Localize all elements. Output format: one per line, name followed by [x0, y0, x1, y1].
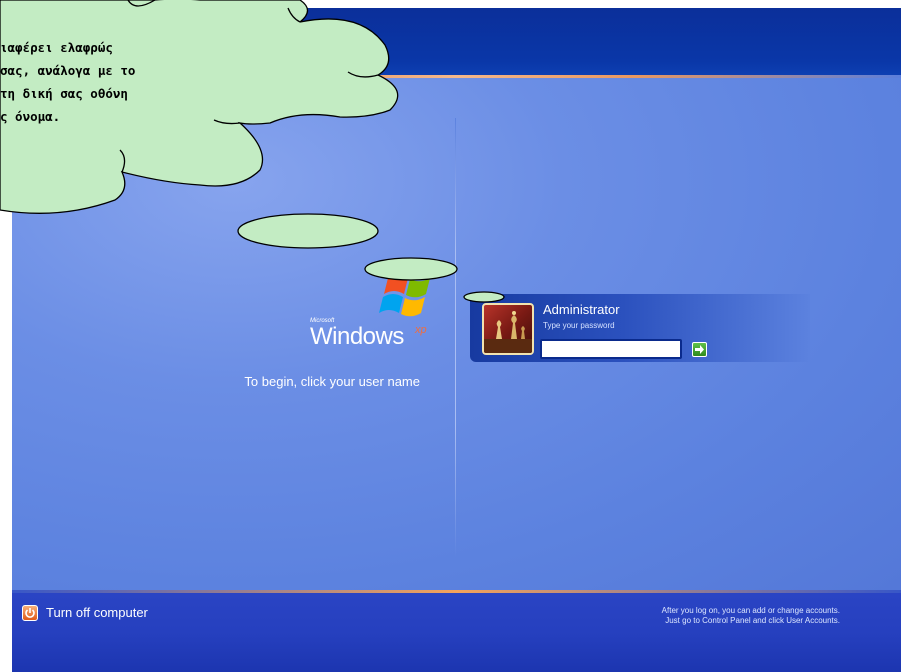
- windows-wordmark: Windows: [310, 323, 404, 350]
- chess-icon: [484, 311, 532, 353]
- windows-flag-icon: [379, 275, 430, 317]
- turn-off-label[interactable]: Turn off computer: [46, 605, 148, 620]
- password-field[interactable]: [540, 339, 682, 359]
- accounts-hint-line2: Just go to Control Panel and click User …: [665, 616, 840, 625]
- power-icon: [22, 605, 38, 621]
- callout-line: σας, ανάλογα με το: [0, 63, 136, 78]
- user-tile-administrator[interactable]: Administrator Type your password: [470, 294, 810, 362]
- go-button[interactable]: [692, 342, 707, 357]
- callout-line: ιαφέρει ελαφρώς: [0, 40, 113, 55]
- begin-instruction: To begin, click your user name: [244, 374, 420, 389]
- password-hint: Type your password: [543, 321, 615, 330]
- accounts-hint: After you log on, you can add or change …: [560, 606, 840, 626]
- callout-text: ιαφέρει ελαφρώς σας, ανάλογα με το τη δι…: [0, 36, 240, 128]
- accounts-hint-line1: After you log on, you can add or change …: [661, 606, 840, 615]
- xp-wordmark: xp: [415, 324, 427, 336]
- callout-line: ς όνομα.: [0, 109, 61, 124]
- windows-logo: Microsoft Windows xp: [310, 272, 445, 352]
- panel-divider: [455, 118, 456, 558]
- user-name[interactable]: Administrator: [543, 302, 620, 317]
- arrow-right-icon: [695, 345, 704, 354]
- user-avatar: [482, 303, 534, 355]
- callout-line: τη δική σας οθόνη: [0, 86, 128, 101]
